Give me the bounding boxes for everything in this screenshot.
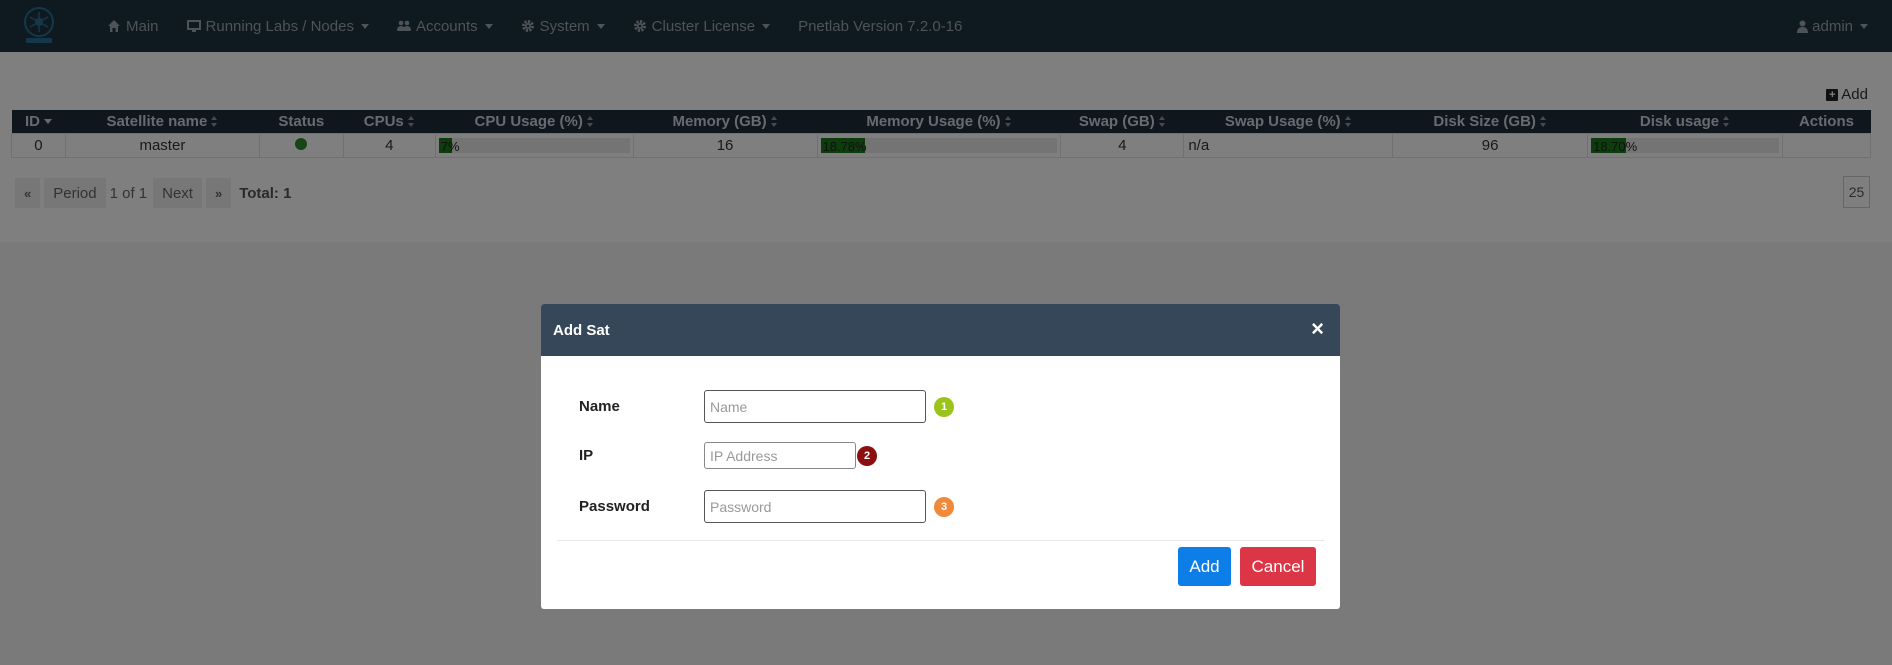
ip-label: IP xyxy=(579,447,594,464)
password-input[interactable] xyxy=(704,490,926,523)
ip-row: IP 2 xyxy=(579,442,877,469)
step-badge-2: 2 xyxy=(857,445,877,466)
add-sat-modal: Add Sat × Name 1 IP 2 Password 3 Add Can… xyxy=(541,304,1340,609)
modal-divider xyxy=(557,540,1324,541)
name-input[interactable] xyxy=(704,390,926,423)
cancel-button[interactable]: Cancel xyxy=(1240,547,1316,586)
step-badge-3: 3 xyxy=(934,496,954,517)
name-label: Name xyxy=(579,398,620,415)
step-badge-1: 1 xyxy=(934,396,954,417)
password-label: Password xyxy=(579,498,650,515)
modal-title: Add Sat xyxy=(553,321,610,339)
password-row: Password 3 xyxy=(579,490,954,523)
add-button[interactable]: Add xyxy=(1178,547,1231,586)
name-row: Name 1 xyxy=(579,390,954,423)
modal-header: Add Sat × xyxy=(541,304,1340,356)
ip-input[interactable] xyxy=(704,442,856,469)
close-icon[interactable]: × xyxy=(1311,318,1324,340)
